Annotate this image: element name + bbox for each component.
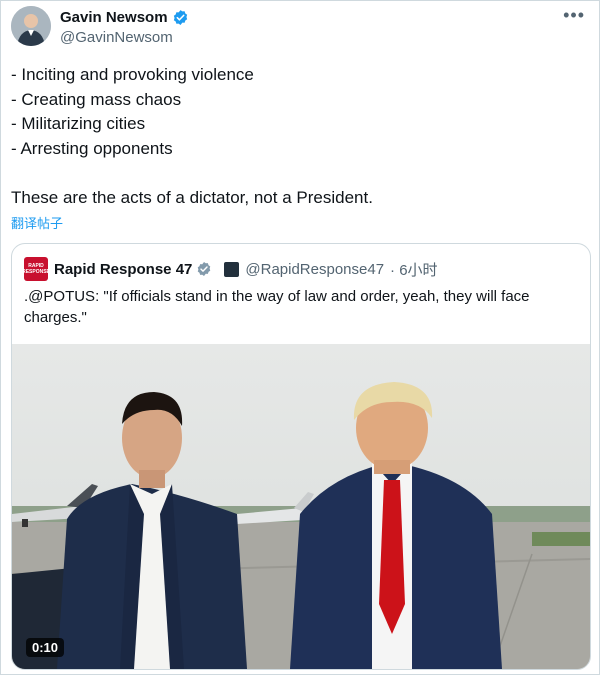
quoted-tweet[interactable]: RAPID RESPONSE Rapid Response 47 @RapidR… <box>11 243 591 670</box>
tweet-line: - Militarizing cities <box>11 114 146 134</box>
tweet-card[interactable]: Gavin Newsom @GavinNewsom ••• - Inciting… <box>0 0 600 675</box>
tweet-line: - Arresting opponents <box>11 138 173 158</box>
tweet-closing: These are the acts of a dictator, not a … <box>11 187 373 207</box>
verified-badge-icon <box>173 10 187 25</box>
quoted-text: .@POTUS: "If officials stand in the way … <box>24 288 530 326</box>
quoted-avatar[interactable]: RAPID RESPONSE <box>22 257 50 281</box>
tweet-text: - Inciting and provoking violence - Crea… <box>11 63 581 211</box>
translate-post-link[interactable]: 翻译帖子 <box>11 213 63 232</box>
author-name[interactable]: Gavin Newsom <box>60 9 168 26</box>
video-duration: 0:10 <box>26 638 65 657</box>
verified-badge-icon <box>198 262 211 276</box>
quoted-time[interactable]: · 6小时 <box>390 259 438 280</box>
avatar[interactable] <box>11 6 51 46</box>
affiliate-badge-icon <box>224 261 240 277</box>
video-frame <box>12 382 590 669</box>
tweet-line: - Creating mass chaos <box>11 89 182 109</box>
quoted-author-handle[interactable]: @RapidResponse47 <box>245 261 384 278</box>
tweet-line: - Inciting and provoking violence <box>11 65 254 84</box>
author-handle[interactable]: @GavinNewsom <box>60 29 173 46</box>
video-player[interactable]: 0:10 <box>12 344 590 669</box>
more-options-icon[interactable]: ••• <box>563 5 585 26</box>
person-right <box>290 382 502 669</box>
person-left <box>57 392 247 669</box>
quoted-author-name[interactable]: Rapid Response 47 <box>54 261 192 278</box>
